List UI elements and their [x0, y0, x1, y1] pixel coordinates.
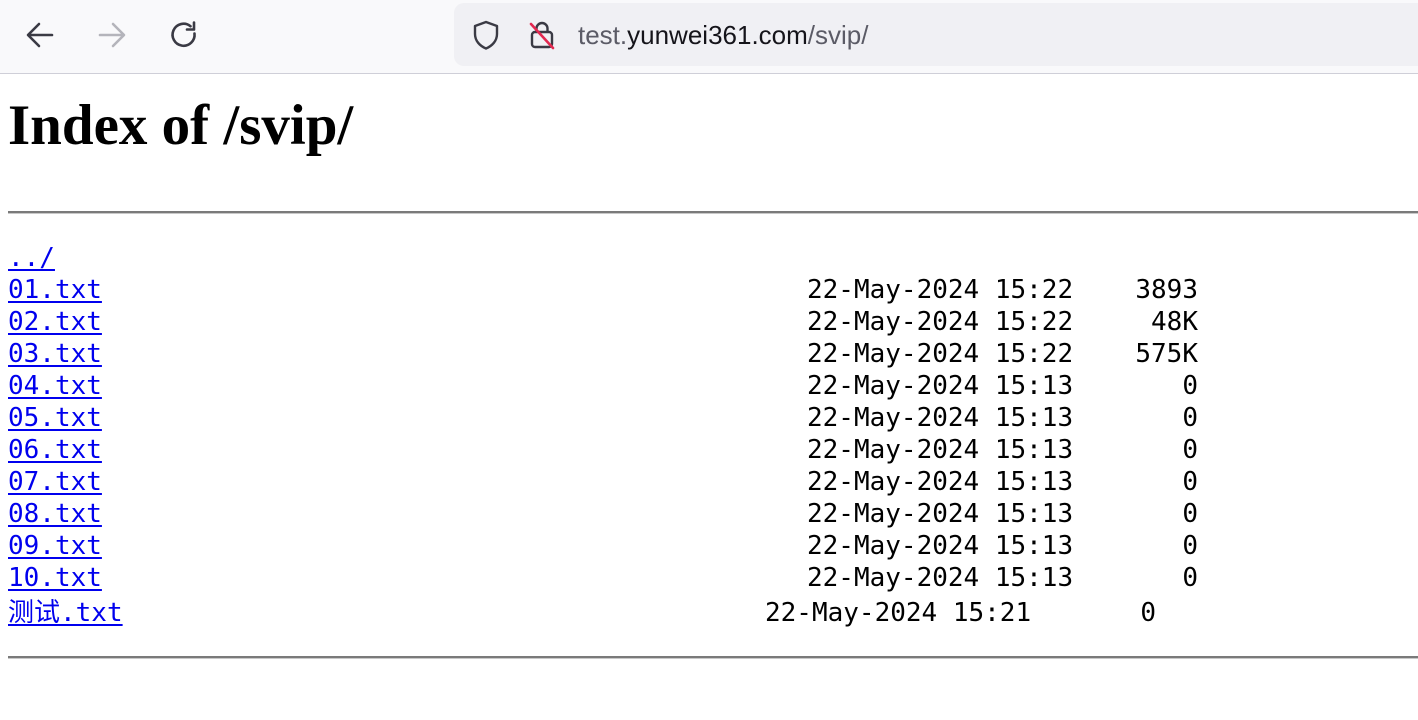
address-bar[interactable]: test.yunwei361.com/svip/	[454, 3, 1418, 66]
back-button[interactable]	[20, 15, 60, 55]
parent-directory-link[interactable]: ../	[8, 243, 55, 273]
file-size: 48K	[1151, 307, 1198, 337]
reload-icon	[171, 21, 196, 48]
file-date: 22-May-2024 15:22	[807, 275, 1074, 305]
file-link[interactable]: 01.txt	[8, 275, 102, 305]
file-link[interactable]: 10.txt	[8, 563, 102, 593]
file-date: 22-May-2024 15:13	[807, 531, 1074, 561]
arrow-right-icon	[98, 22, 126, 48]
file-row: 04.txt 22-May-2024 15:13 0	[8, 370, 1408, 402]
file-row: 01.txt 22-May-2024 15:22 3893	[8, 274, 1408, 306]
file-size: 0	[1182, 563, 1198, 593]
file-row: 测试.txt 22-May-2024 15:21 0	[8, 597, 1408, 629]
url-host: yunwei361.com	[627, 20, 808, 50]
parent-directory-row: ../	[8, 242, 1408, 274]
file-date: 22-May-2024 15:22	[807, 339, 1074, 369]
file-date: 22-May-2024 15:13	[807, 563, 1074, 593]
file-size: 0	[1182, 371, 1198, 401]
file-row: 06.txt 22-May-2024 15:13 0	[8, 434, 1408, 466]
shield-icon[interactable]	[470, 19, 502, 51]
divider-bottom	[8, 656, 1418, 659]
file-row: 09.txt 22-May-2024 15:13 0	[8, 530, 1408, 562]
file-link[interactable]: 测试.txt	[8, 598, 123, 628]
file-date: 22-May-2024 15:13	[807, 371, 1074, 401]
file-size: 575K	[1135, 339, 1198, 369]
url-text[interactable]: test.yunwei361.com/svip/	[578, 19, 868, 51]
file-size: 3893	[1135, 275, 1198, 305]
page-title: Index of /svip/	[8, 94, 354, 157]
file-size: 0	[1182, 467, 1198, 497]
divider-top	[8, 211, 1418, 214]
arrow-left-icon	[26, 22, 54, 48]
insecure-lock-icon[interactable]	[526, 19, 558, 51]
file-link[interactable]: 03.txt	[8, 339, 102, 369]
file-date: 22-May-2024 15:13	[807, 499, 1074, 529]
file-size: 0	[1182, 499, 1198, 529]
file-link[interactable]: 02.txt	[8, 307, 102, 337]
file-size: 0	[1182, 403, 1198, 433]
forward-button[interactable]	[92, 15, 132, 55]
file-date: 22-May-2024 15:13	[807, 467, 1074, 497]
file-size: 0	[1140, 598, 1156, 628]
file-row: 07.txt 22-May-2024 15:13 0	[8, 466, 1408, 498]
file-row: 05.txt 22-May-2024 15:13 0	[8, 402, 1408, 434]
file-link[interactable]: 09.txt	[8, 531, 102, 561]
file-date: 22-May-2024 15:13	[807, 403, 1074, 433]
file-link[interactable]: 06.txt	[8, 435, 102, 465]
file-link[interactable]: 08.txt	[8, 499, 102, 529]
file-date: 22-May-2024 15:22	[807, 307, 1074, 337]
browser-toolbar: test.yunwei361.com/svip/	[0, 0, 1418, 74]
file-row: 03.txt 22-May-2024 15:22 575K	[8, 338, 1408, 370]
file-date: 22-May-2024 15:21	[765, 598, 1032, 628]
file-size: 0	[1182, 435, 1198, 465]
file-row: 02.txt 22-May-2024 15:22 48K	[8, 306, 1408, 338]
reload-button[interactable]	[164, 15, 204, 55]
url-path: /svip/	[807, 20, 869, 50]
url-prefix: test.	[578, 20, 628, 50]
file-link[interactable]: 04.txt	[8, 371, 102, 401]
file-row: 10.txt 22-May-2024 15:13 0	[8, 562, 1408, 594]
file-link[interactable]: 05.txt	[8, 403, 102, 433]
file-link[interactable]: 07.txt	[8, 467, 102, 497]
file-date: 22-May-2024 15:13	[807, 435, 1074, 465]
file-row: 08.txt 22-May-2024 15:13 0	[8, 498, 1408, 530]
file-size: 0	[1182, 531, 1198, 561]
